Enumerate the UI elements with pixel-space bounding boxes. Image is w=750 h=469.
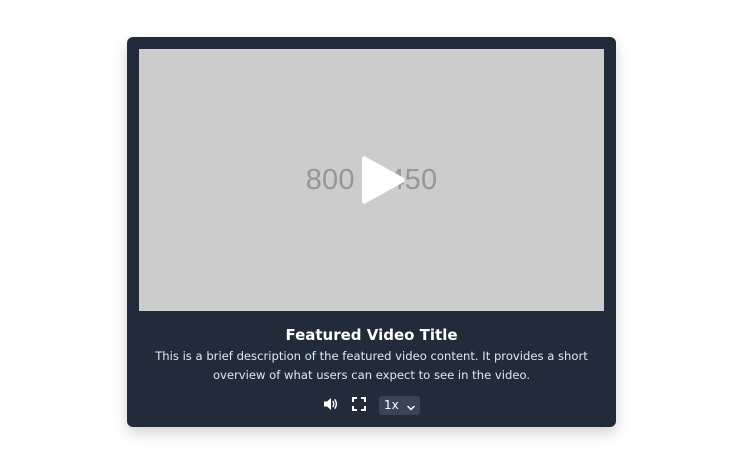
video-card: 800 × 450 Featured Video Title This is a… [127, 37, 616, 427]
page: 800 × 450 Featured Video Title This is a… [0, 0, 750, 469]
video-title: Featured Video Title [285, 326, 458, 344]
play-icon [360, 154, 406, 206]
playback-speed-value: 1x [384, 398, 399, 412]
video-info: Featured Video Title This is a brief des… [127, 325, 616, 385]
video-controls: 1x [127, 395, 616, 415]
volume-icon [323, 396, 339, 415]
fullscreen-icon [352, 396, 366, 415]
volume-button[interactable] [323, 397, 339, 413]
playback-speed-select[interactable]: 1x [379, 395, 420, 415]
play-button[interactable] [360, 154, 406, 206]
chevron-down-icon [407, 401, 415, 415]
fullscreen-button[interactable] [351, 396, 367, 415]
video-description: This is a brief description of the featu… [155, 349, 588, 382]
video-player[interactable]: 800 × 450 [139, 49, 604, 311]
